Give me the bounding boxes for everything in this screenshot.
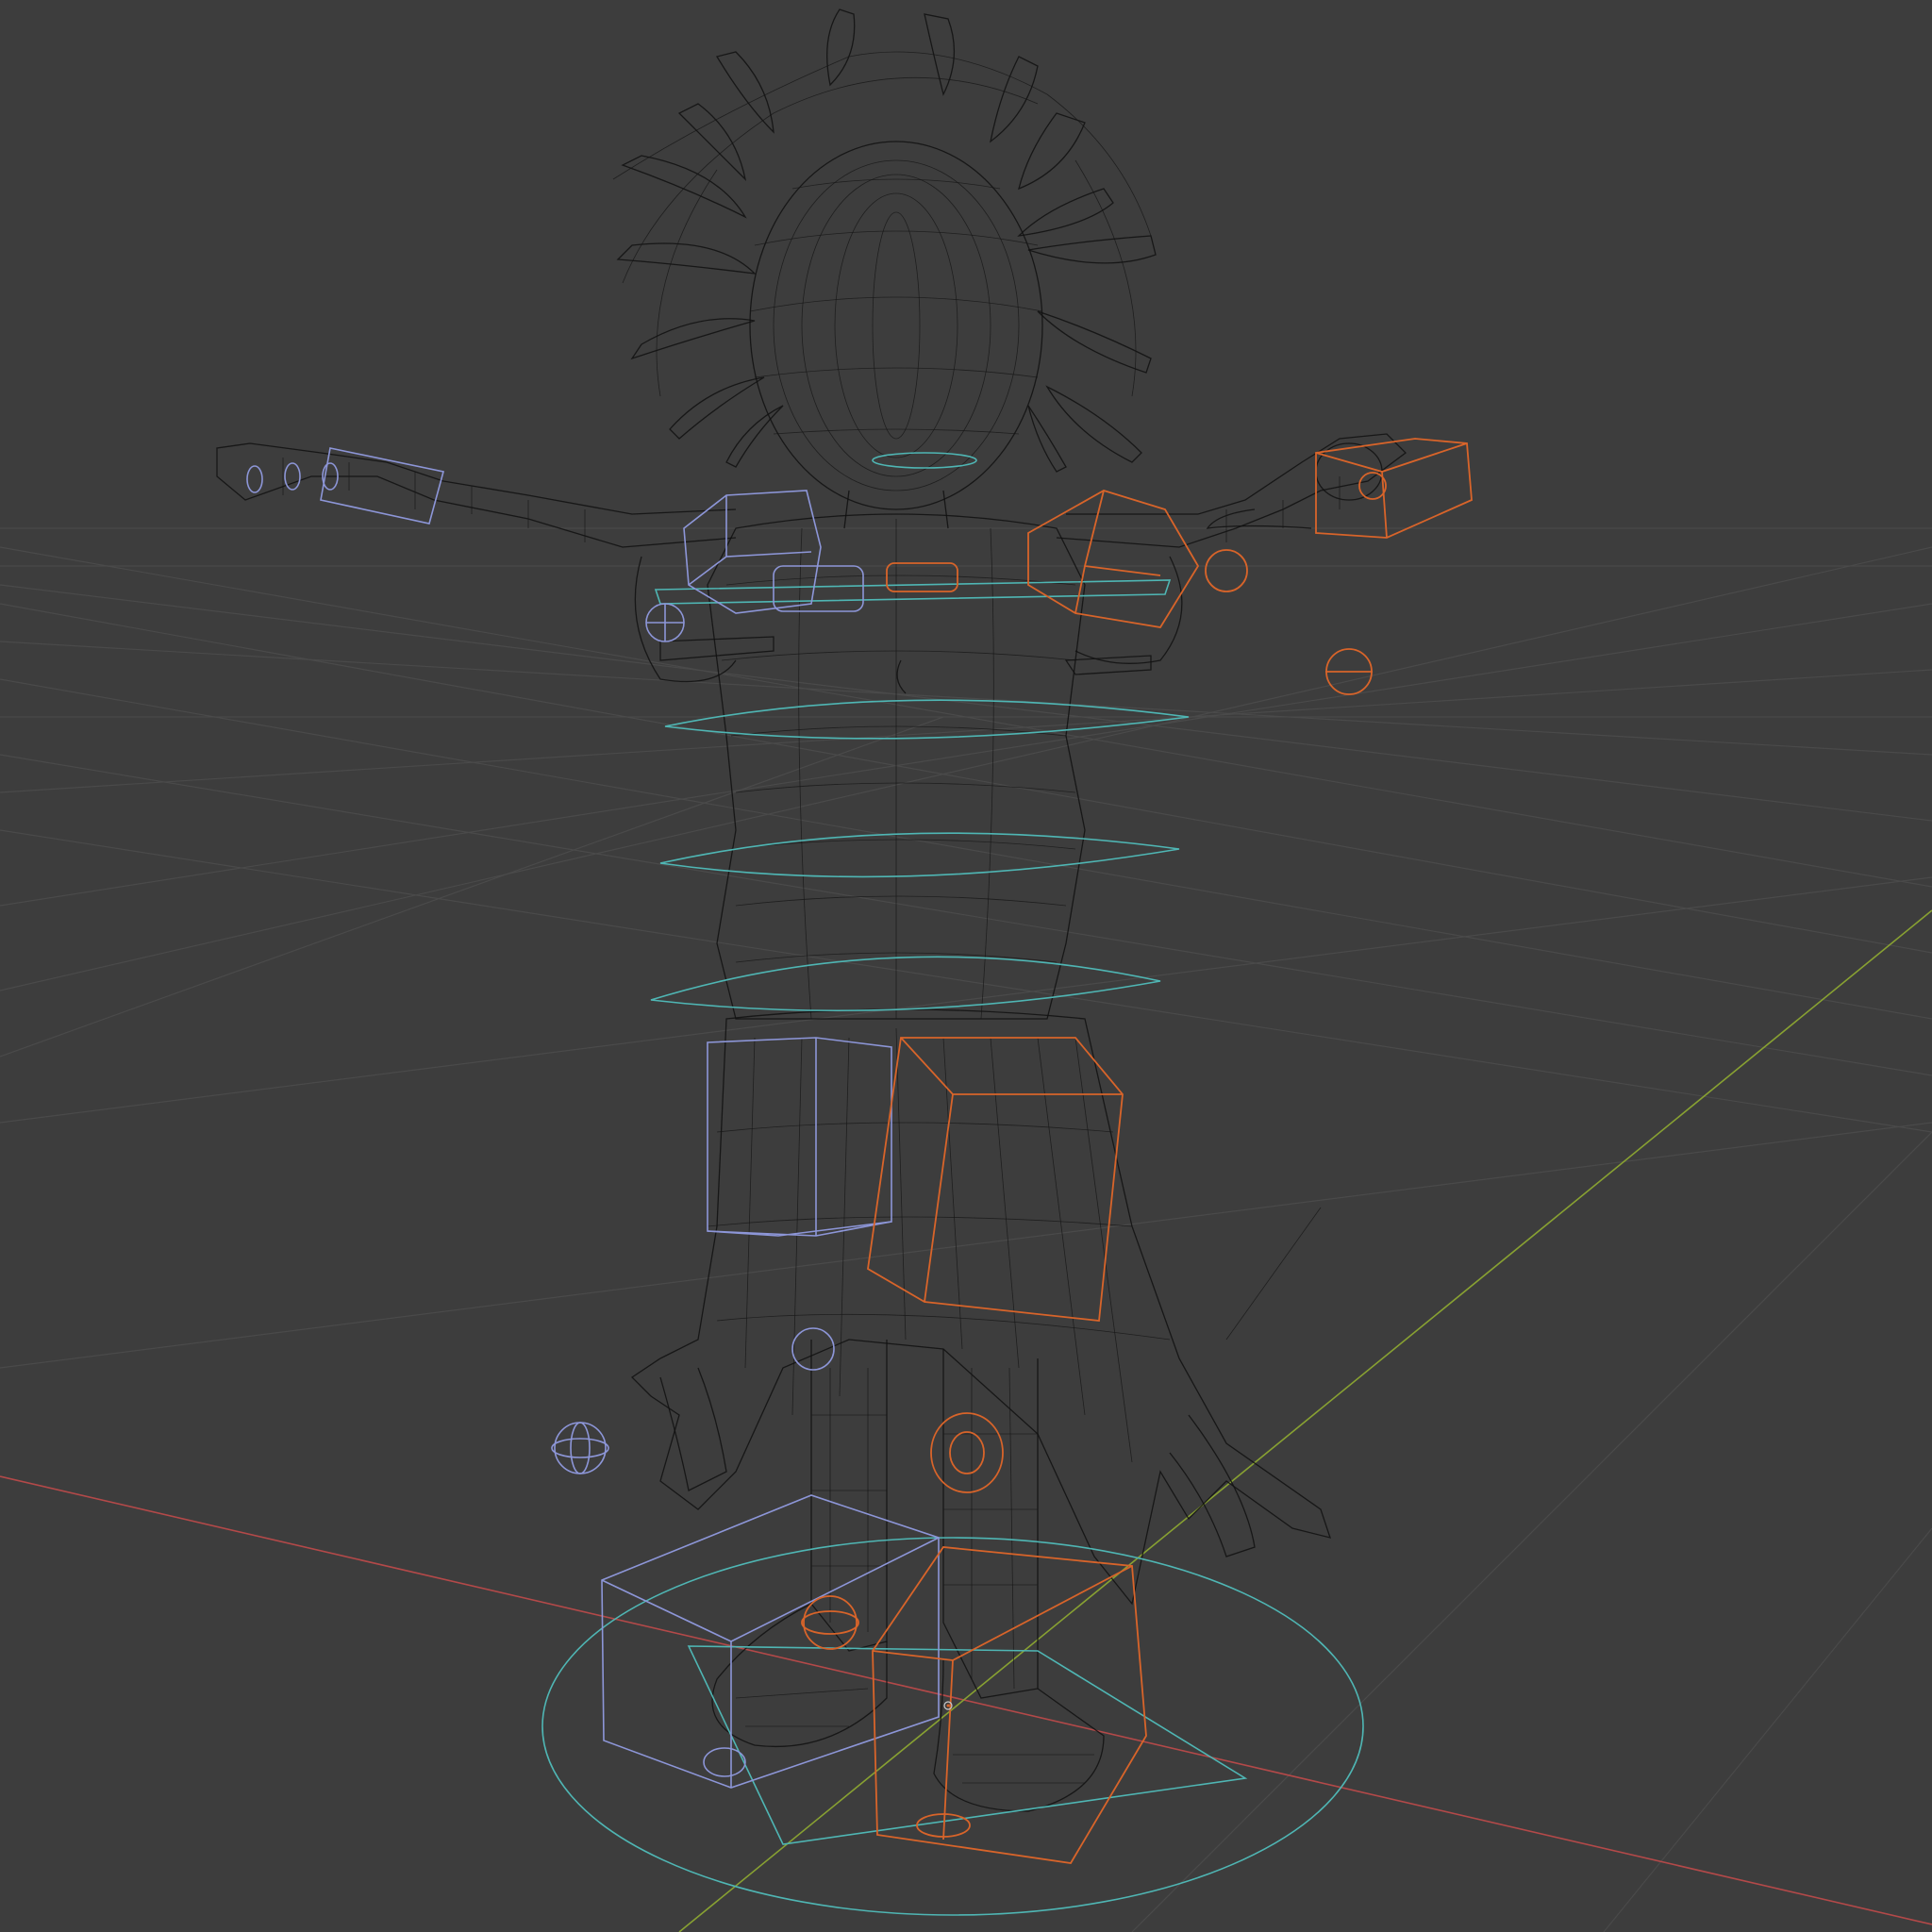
hand-left-control <box>320 447 444 525</box>
upper-spine-control <box>664 699 1190 740</box>
left-controls[interactable] <box>246 447 940 1789</box>
viewport-canvas[interactable] <box>0 0 1932 1932</box>
elbow-right-control <box>1205 549 1248 592</box>
pole-left-ring-v <box>570 1422 591 1474</box>
knee-right-control-inner <box>949 1431 985 1474</box>
arm-screen-right <box>1056 433 1407 675</box>
foot-left-control <box>601 1494 940 1789</box>
center-controls[interactable] <box>541 452 1364 1916</box>
x-axis-line <box>0 1475 1932 1925</box>
head-control <box>872 452 977 469</box>
thigh-right-inner <box>900 1037 1123 1303</box>
toe-left-control <box>703 1747 746 1777</box>
finger-left-control-2 <box>284 462 301 491</box>
hair-spikes <box>612 8 1157 473</box>
foot-left-inner <box>601 1537 940 1788</box>
foot-right-control <box>872 1546 1147 1864</box>
root-control <box>541 1537 1364 1916</box>
3d-viewport[interactable] <box>0 0 1932 1932</box>
feet <box>711 1603 1105 1812</box>
shoulder-right-control <box>1027 490 1200 628</box>
skirt <box>630 1008 1331 1606</box>
finger-left-control-1 <box>246 465 263 493</box>
hand-right-inner <box>1315 442 1468 539</box>
foot-right-inner <box>872 1565 1133 1840</box>
pole-left-ring <box>551 1438 609 1458</box>
knee-right-control-outer <box>930 1412 1004 1493</box>
character-mesh[interactable] <box>216 8 1407 1812</box>
clavicle-right-control <box>886 562 958 592</box>
finger-right-control <box>1358 472 1387 500</box>
thigh-right-control <box>867 1037 1124 1322</box>
clavicle-left-control <box>773 565 864 612</box>
ik-pole-line <box>1225 1207 1322 1341</box>
floor-grid <box>0 527 1932 1932</box>
pole-left-control <box>554 1422 607 1474</box>
torso <box>707 513 1086 1020</box>
